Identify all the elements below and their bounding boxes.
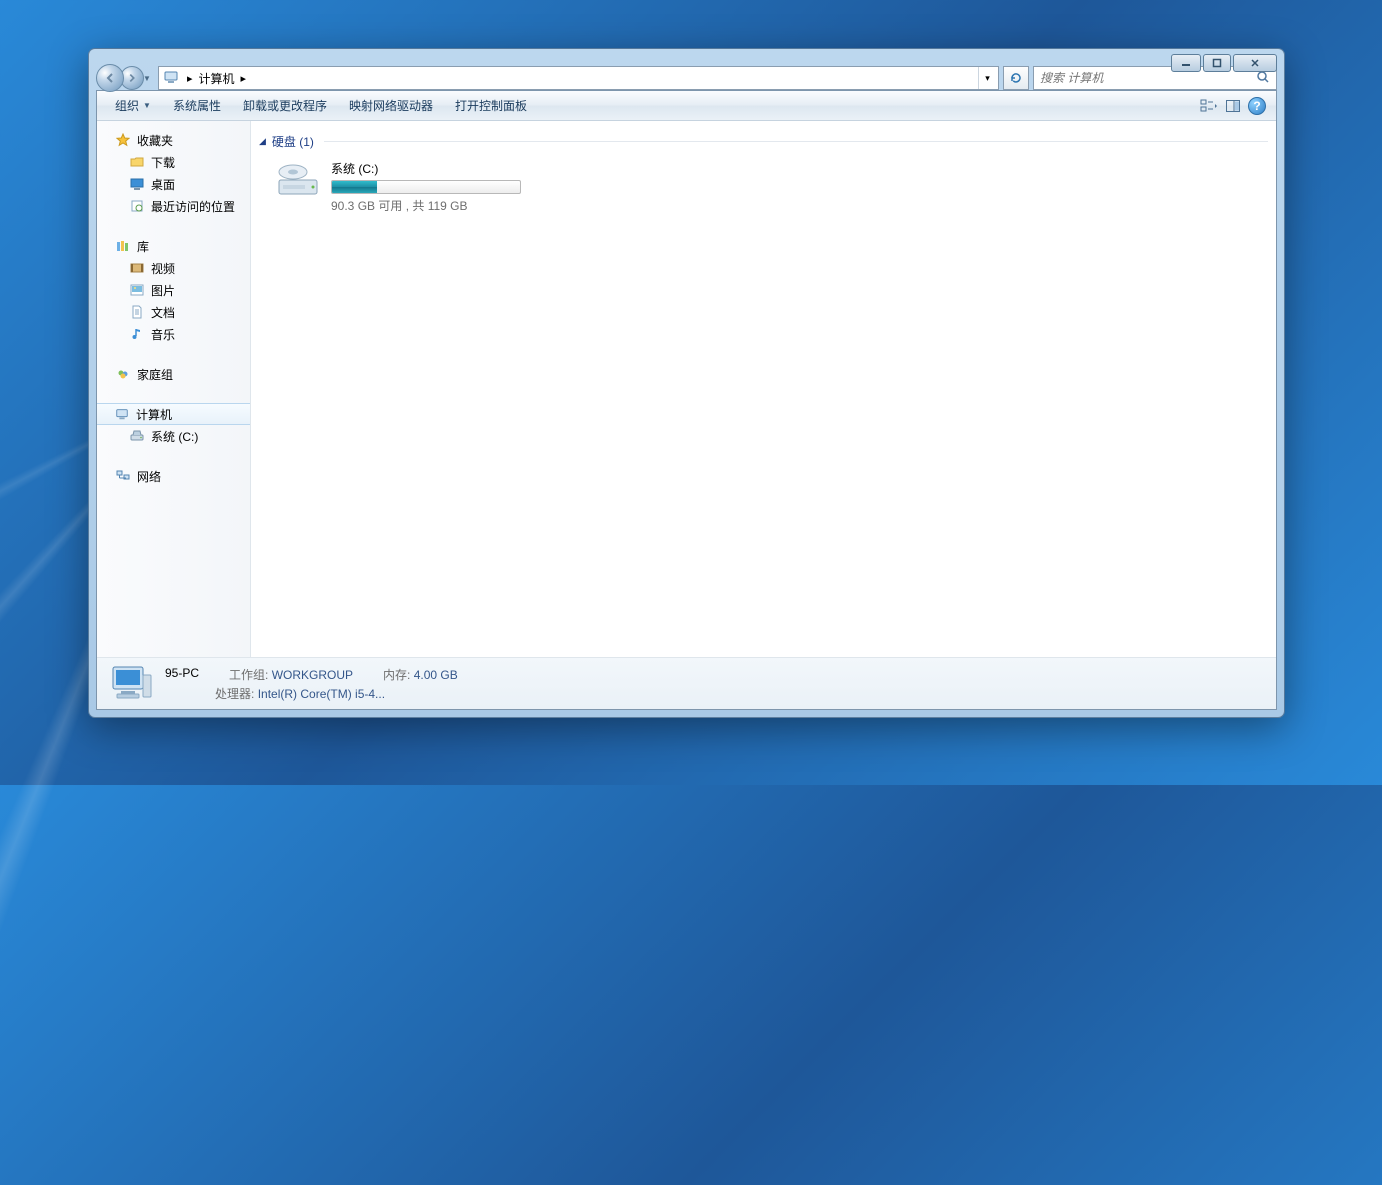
view-options-button[interactable]: [1198, 95, 1220, 117]
control-panel-button[interactable]: 打开控制面板: [445, 93, 537, 118]
details-cpu: Intel(R) Core(TM) i5-4...: [258, 687, 385, 701]
homegroup-icon: [115, 366, 131, 382]
nav-buttons: ▼: [96, 64, 154, 92]
organize-menu[interactable]: 组织 ▼: [105, 93, 161, 118]
sidebar-item-documents[interactable]: 文档: [97, 301, 250, 323]
toolbar-label: 组织: [115, 97, 139, 114]
nav-row: ▼ ▸ 计算机 ▸ ▾: [96, 56, 1277, 90]
maximize-button[interactable]: [1203, 54, 1231, 72]
sidebar-item-music[interactable]: 音乐: [97, 323, 250, 345]
address-bar[interactable]: ▸ 计算机 ▸ ▾: [158, 66, 999, 90]
details-memory: 4.00 GB: [414, 668, 458, 682]
picture-icon: [129, 282, 145, 298]
drive-free-text: 90.3 GB 可用 , 共 119 GB: [331, 197, 521, 214]
recent-icon: [129, 198, 145, 214]
sidebar-item-label: 视频: [151, 260, 175, 277]
toolbar: 组织 ▼ 系统属性 卸载或更改程序 映射网络驱动器 打开控制面板 ?: [97, 91, 1276, 121]
sidebar-item-label: 系统 (C:): [151, 428, 198, 445]
computer-icon: [163, 69, 181, 87]
details-pane: 95-PC 工作组: WORKGROUP 内存: 4.00 GB 处理器: In…: [97, 657, 1276, 709]
details-workgroup: WORKGROUP: [272, 668, 353, 682]
sidebar-item-drive-c[interactable]: 系统 (C:): [97, 425, 250, 447]
address-dropdown[interactable]: ▾: [978, 67, 996, 89]
refresh-button[interactable]: [1003, 66, 1029, 90]
document-icon: [129, 304, 145, 320]
sidebar-item-label: 音乐: [151, 326, 175, 343]
sidebar-item-libraries[interactable]: 库: [97, 235, 250, 257]
sidebar-item-label: 桌面: [151, 176, 175, 193]
sidebar-item-label: 家庭组: [137, 366, 173, 383]
drive-name: 系统 (C:): [331, 160, 521, 177]
star-icon: [115, 132, 131, 148]
system-properties-button[interactable]: 系统属性: [163, 93, 231, 118]
sidebar-item-desktop[interactable]: 桌面: [97, 173, 250, 195]
library-icon: [115, 238, 131, 254]
uninstall-button[interactable]: 卸载或更改程序: [233, 93, 337, 118]
sidebar-item-label: 文档: [151, 304, 175, 321]
sidebar-item-pictures[interactable]: 图片: [97, 279, 250, 301]
sidebar-item-label: 下载: [151, 154, 175, 171]
drive-usage-bar: [331, 180, 521, 194]
explorer-window: ▼ ▸ 计算机 ▸ ▾ 组织 ▼ 系统属性: [88, 48, 1285, 718]
help-button[interactable]: ?: [1246, 95, 1268, 117]
close-button[interactable]: [1233, 54, 1277, 72]
navigation-pane: 收藏夹 下载 桌面 最近访问的位置: [97, 121, 251, 657]
details-cpu-label: 处理器:: [215, 687, 254, 701]
breadcrumb-segment[interactable]: 计算机: [197, 70, 237, 87]
breadcrumb-arrow-icon[interactable]: ▸: [237, 72, 251, 85]
group-header-label: 硬盘 (1): [272, 133, 314, 150]
computer-icon: [114, 406, 130, 422]
back-button[interactable]: [96, 64, 124, 92]
network-icon: [115, 468, 131, 484]
minimize-button[interactable]: [1171, 54, 1201, 72]
window-controls: [1171, 54, 1277, 72]
sidebar-item-videos[interactable]: 视频: [97, 257, 250, 279]
details-workgroup-label: 工作组:: [229, 668, 268, 682]
drive-item-c[interactable]: 系统 (C:) 90.3 GB 可用 , 共 119 GB: [257, 154, 557, 220]
sidebar-item-label: 计算机: [136, 406, 172, 423]
content-frame: 组织 ▼ 系统属性 卸载或更改程序 映射网络驱动器 打开控制面板 ?: [96, 90, 1277, 710]
folder-icon: [129, 154, 145, 170]
drive-icon: [275, 160, 321, 200]
body: 收藏夹 下载 桌面 最近访问的位置: [97, 121, 1276, 657]
details-memory-label: 内存:: [383, 668, 410, 682]
preview-pane-button[interactable]: [1222, 95, 1244, 117]
breadcrumb-arrow-icon[interactable]: ▸: [183, 72, 197, 85]
sidebar-item-label: 网络: [137, 468, 161, 485]
video-icon: [129, 260, 145, 276]
music-icon: [129, 326, 145, 342]
sidebar-item-network[interactable]: 网络: [97, 465, 250, 487]
search-input[interactable]: [1040, 71, 1256, 85]
search-icon[interactable]: [1256, 70, 1270, 87]
sidebar-item-downloads[interactable]: 下载: [97, 151, 250, 173]
sidebar-item-label: 库: [137, 238, 149, 255]
sidebar-item-recent[interactable]: 最近访问的位置: [97, 195, 250, 217]
chevron-down-icon: ▼: [143, 101, 151, 110]
sidebar-item-label: 图片: [151, 282, 175, 299]
item-view[interactable]: ◢ 硬盘 (1) 系统 (C:: [251, 121, 1276, 657]
computer-large-icon: [107, 663, 155, 705]
sidebar-item-computer[interactable]: 计算机: [97, 403, 250, 425]
details-name: 95-PC: [165, 666, 199, 683]
sidebar-item-label: 收藏夹: [137, 132, 173, 149]
sidebar-item-homegroup[interactable]: 家庭组: [97, 363, 250, 385]
sidebar-item-label: 最近访问的位置: [151, 198, 235, 215]
help-icon: ?: [1248, 97, 1266, 115]
desktop-icon: [129, 176, 145, 192]
drive-icon: [129, 428, 145, 444]
group-header-hdd[interactable]: ◢ 硬盘 (1): [257, 129, 1270, 154]
collapse-icon: ◢: [259, 136, 266, 147]
map-drive-button[interactable]: 映射网络驱动器: [339, 93, 443, 118]
sidebar-item-favorites[interactable]: 收藏夹: [97, 129, 250, 151]
